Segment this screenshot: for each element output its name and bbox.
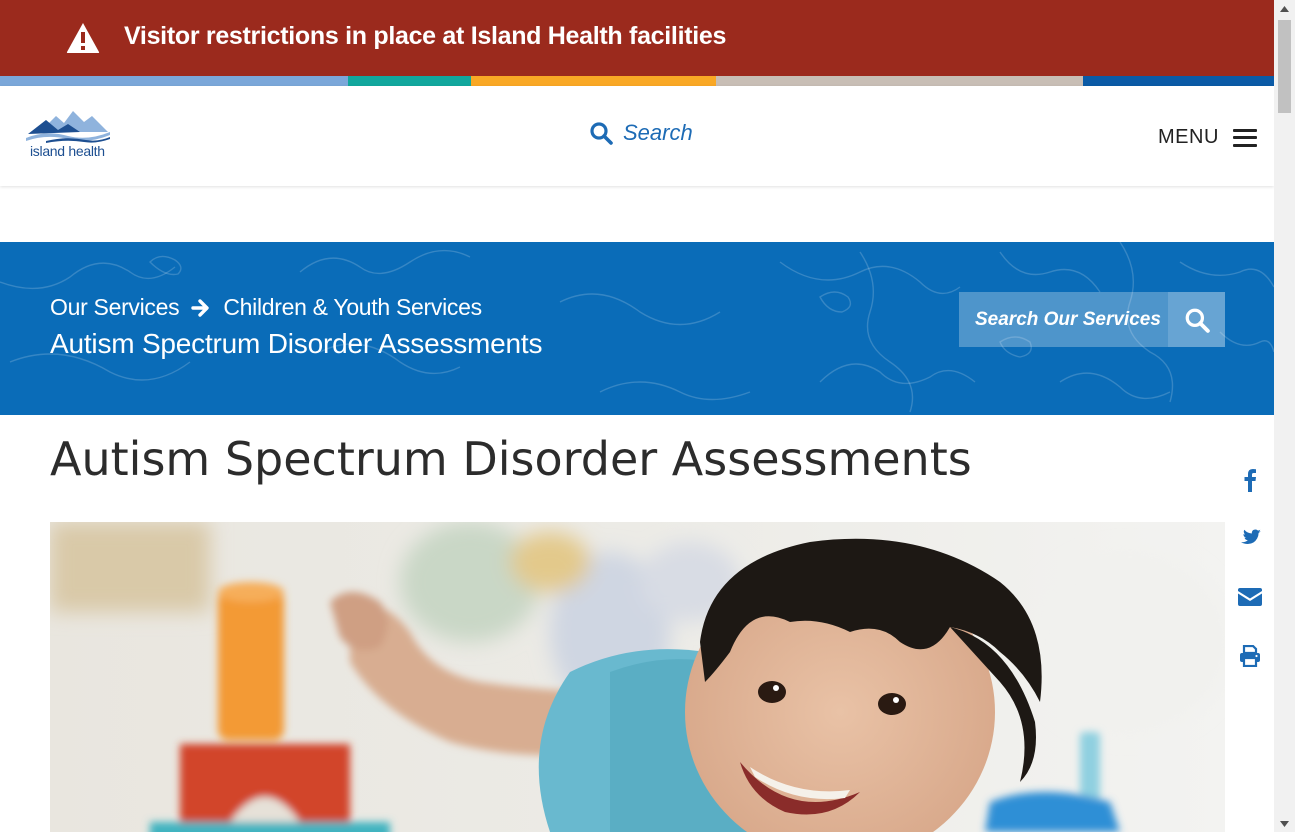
search-icon <box>1185 308 1210 333</box>
page-scrollbar[interactable] <box>1274 0 1295 832</box>
email-icon <box>1238 588 1262 606</box>
service-search-input[interactable] <box>959 292 1168 347</box>
service-search <box>959 292 1225 347</box>
facebook-share-button[interactable] <box>1236 466 1264 494</box>
search-icon <box>590 122 613 145</box>
alert-text[interactable]: Visitor restrictions in place at Island … <box>124 22 726 51</box>
twitter-share-button[interactable] <box>1236 524 1264 552</box>
stripe-segment <box>348 76 471 86</box>
service-search-button[interactable] <box>1168 292 1225 347</box>
color-stripe <box>0 76 1274 86</box>
scroll-up-arrow-icon[interactable] <box>1274 0 1295 17</box>
stripe-segment <box>1083 76 1274 86</box>
arrow-right-icon <box>191 298 211 318</box>
hero-image <box>50 522 1225 832</box>
print-icon <box>1240 645 1260 667</box>
scroll-down-arrow-icon[interactable] <box>1274 815 1295 832</box>
header-search-button[interactable]: Search <box>589 120 693 146</box>
service-banner: Our Services Children & Youth Services A… <box>0 242 1274 415</box>
warning-triangle-icon <box>66 23 100 53</box>
logo-text: island health <box>30 143 105 159</box>
facebook-icon <box>1244 469 1256 492</box>
email-share-button[interactable] <box>1236 583 1264 611</box>
island-health-logo[interactable]: island health <box>26 110 110 162</box>
breadcrumb-link-children-youth[interactable]: Children & Youth Services <box>223 294 482 321</box>
twitter-icon <box>1241 529 1261 545</box>
scrollbar-thumb[interactable] <box>1278 20 1291 113</box>
site-header: island health Search MENU <box>0 86 1274 186</box>
breadcrumb: Our Services Children & Youth Services <box>50 294 482 321</box>
header-search-label: Search <box>623 120 693 145</box>
breadcrumb-link-our-services[interactable]: Our Services <box>50 294 180 321</box>
hamburger-icon <box>1232 128 1257 147</box>
menu-label: MENU <box>1158 126 1219 148</box>
banner-title: Autism Spectrum Disorder Assessments <box>50 328 543 359</box>
stripe-segment <box>0 76 348 86</box>
stripe-segment <box>471 76 716 86</box>
stripe-segment <box>716 76 1083 86</box>
menu-button[interactable]: MENU <box>1158 126 1257 149</box>
page-title: Autism Spectrum Disorder Assessments <box>50 432 972 486</box>
visitor-alert-bar[interactable]: Visitor restrictions in place at Island … <box>0 0 1274 76</box>
print-button[interactable] <box>1236 642 1264 670</box>
mountain-logo-icon <box>26 111 110 143</box>
